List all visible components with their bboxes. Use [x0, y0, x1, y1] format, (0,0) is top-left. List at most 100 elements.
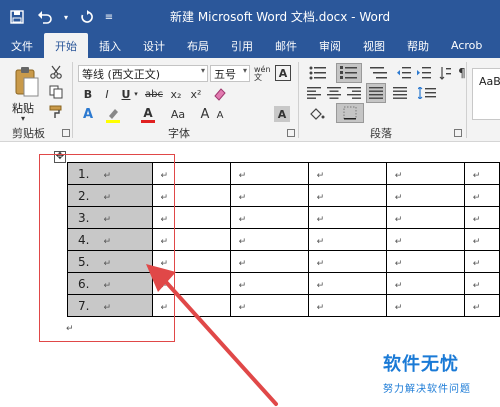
table-cell[interactable]: ↵	[385, 228, 465, 251]
shrink-font-button[interactable]: A	[214, 108, 226, 122]
table-cell[interactable]: ↵	[229, 184, 309, 207]
tab-mailings[interactable]: 邮件	[264, 33, 308, 58]
character-border-button[interactable]: A	[275, 65, 291, 81]
table-cell[interactable]: ↵	[307, 250, 387, 273]
font-color-button[interactable]: A	[140, 104, 156, 124]
table-cell[interactable]: ↵	[229, 294, 309, 317]
align-center-button[interactable]	[326, 85, 342, 101]
font-name-combo[interactable]: 等线 (西文正文) ▾	[78, 65, 208, 82]
group-separator	[298, 62, 299, 138]
font-launcher[interactable]	[287, 129, 295, 137]
paragraph-mark: ↵	[472, 302, 481, 313]
change-case-button[interactable]: Aa	[168, 106, 188, 122]
table-cell[interactable]: ↵	[307, 162, 387, 185]
table-cell[interactable]: ↵	[385, 162, 465, 185]
paragraph-mark: ↵	[472, 170, 481, 181]
annotation-highlight-box	[39, 154, 175, 342]
justify-button[interactable]	[366, 83, 386, 103]
table-cell[interactable]: ↵	[463, 228, 500, 251]
strikethrough-button[interactable]: abc	[144, 86, 164, 102]
table-cell[interactable]: ↵	[307, 294, 387, 317]
table-cell[interactable]: ↵	[307, 228, 387, 251]
paragraph-mark: ↵	[238, 214, 247, 225]
bold-button[interactable]: B	[80, 86, 96, 102]
table-cell[interactable]: ↵	[385, 272, 465, 295]
shading-button[interactable]	[306, 106, 328, 122]
quick-access-toolbar: ▾ ≡	[6, 7, 114, 27]
table-cell[interactable]: ↵	[385, 184, 465, 207]
paragraph-mark: ↵	[316, 258, 325, 269]
tab-design[interactable]: 设计	[132, 33, 176, 58]
table-cell[interactable]: ↵	[229, 228, 309, 251]
tab-layout[interactable]: 布局	[176, 33, 220, 58]
clear-formatting-button[interactable]	[212, 86, 228, 102]
redo-icon	[81, 10, 93, 23]
italic-button[interactable]: I	[99, 86, 115, 102]
tab-view[interactable]: 视图	[352, 33, 396, 58]
numbering-button[interactable]	[336, 63, 362, 83]
table-cell[interactable]: ↵	[307, 272, 387, 295]
table-cell[interactable]: ↵	[463, 206, 500, 229]
paragraph-mark: ↵	[316, 170, 325, 181]
table-cell[interactable]: ↵	[229, 250, 309, 273]
sort-button[interactable]	[438, 65, 452, 81]
text-effects-button[interactable]: A	[80, 106, 96, 122]
distributed-button[interactable]	[392, 85, 408, 101]
paragraph-mark: ↵	[472, 192, 481, 203]
subscript-button[interactable]: x₂	[168, 86, 184, 102]
tab-acrobat[interactable]: Acrob	[440, 33, 493, 58]
paragraph-launcher[interactable]	[454, 129, 462, 137]
align-left-icon	[307, 87, 321, 99]
style-preview-normal[interactable]: AaBb	[472, 68, 500, 120]
underline-dropdown[interactable]: ▾	[132, 86, 140, 102]
grow-font-button[interactable]: A	[198, 106, 212, 122]
table-cell[interactable]: ↵	[307, 206, 387, 229]
borders-button[interactable]	[336, 103, 364, 123]
save-button[interactable]	[6, 7, 28, 27]
multilevel-list-button[interactable]	[368, 65, 390, 81]
tab-references[interactable]: 引用	[220, 33, 264, 58]
format-painter-button[interactable]	[48, 104, 64, 120]
line-spacing-button[interactable]	[416, 85, 438, 101]
copy-button[interactable]	[48, 84, 64, 100]
tab-home[interactable]: 开始	[44, 33, 88, 58]
align-right-button[interactable]	[346, 85, 362, 101]
paste-dropdown-icon[interactable]: ▾	[21, 114, 25, 123]
undo-icon	[38, 11, 52, 24]
phonetic-guide-button[interactable]: wén文	[254, 65, 272, 83]
character-shading-button[interactable]: A	[274, 106, 290, 122]
superscript-button[interactable]: x²	[188, 86, 204, 102]
bullets-button[interactable]	[306, 65, 330, 81]
redo-button[interactable]	[76, 7, 98, 27]
paragraph-mark: ↵	[394, 302, 403, 313]
font-size-combo[interactable]: 五号 ▾	[210, 65, 250, 82]
cut-button[interactable]	[48, 64, 64, 80]
clipboard-launcher[interactable]	[62, 129, 70, 137]
undo-button[interactable]	[34, 7, 56, 27]
table-cell[interactable]: ↵	[229, 272, 309, 295]
table-cell[interactable]: ↵	[385, 250, 465, 273]
align-left-button[interactable]	[306, 85, 322, 101]
decrease-indent-button[interactable]	[396, 65, 412, 81]
tab-help[interactable]: 帮助	[396, 33, 440, 58]
increase-indent-button[interactable]	[416, 65, 432, 81]
table-cell[interactable]: ↵	[229, 206, 309, 229]
customize-qat-button[interactable]: ≡	[104, 7, 114, 27]
highlight-button[interactable]	[104, 106, 122, 124]
table-cell[interactable]: ↵	[463, 184, 500, 207]
table-cell[interactable]: ↵	[385, 294, 465, 317]
table-cell[interactable]: ↵	[463, 250, 500, 273]
table-cell[interactable]: ↵	[385, 206, 465, 229]
table-cell[interactable]: ↵	[463, 162, 500, 185]
table-cell[interactable]: ↵	[463, 272, 500, 295]
font-color-glyph: A	[143, 105, 153, 120]
tab-review[interactable]: 审阅	[308, 33, 352, 58]
tab-insert[interactable]: 插入	[88, 33, 132, 58]
table-cell[interactable]: ↵	[307, 184, 387, 207]
tab-file[interactable]: 文件	[0, 33, 44, 58]
character-border-label: A	[278, 66, 288, 80]
undo-dropdown-button[interactable]: ▾	[62, 7, 70, 27]
paragraph-mark: ↵	[394, 214, 403, 225]
table-cell[interactable]: ↵	[229, 162, 309, 185]
table-cell[interactable]: ↵	[463, 294, 500, 317]
